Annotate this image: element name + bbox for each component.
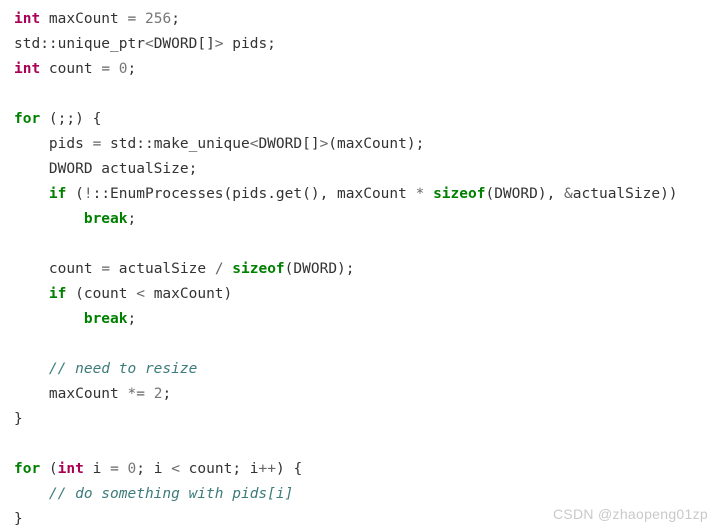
code-token-number: 256 [144,11,172,27]
code-token-plain: actualSize [110,261,215,277]
code-token-punct: ; [127,61,137,77]
code-token-plain: pids; [223,36,276,52]
code-token-plain: } [14,511,23,527]
code-token-plain: actualSize)) [572,186,678,202]
code-token-keyword: for [14,461,41,477]
code-token-keyword: break [83,211,128,227]
code-token-keyword: for [14,111,41,127]
code-token-plain: DWORD[] [258,136,320,152]
code-token-plain: ( [66,186,84,202]
code-token-punct: ; [171,11,180,27]
code-token-operator: < [136,286,145,302]
code-token-plain: ( [40,461,58,477]
code-token-operator: = [92,136,102,152]
code-token-operator: = [110,461,119,477]
code-line: count = actualSize / sizeof(DWORD); [14,257,722,282]
code-token-plain: pids [14,136,93,152]
code-token-keyword: if [48,186,67,202]
code-token-type: int [14,61,41,77]
code-line: int count = 0; [14,57,722,82]
code-token-operator: *= [127,386,145,402]
code-token-plain: ; i [136,461,172,477]
code-token-plain: } [14,411,23,427]
code-token-keyword: sizeof [433,186,486,202]
code-line: // need to resize [14,357,722,382]
code-token-operator: = [127,11,137,27]
code-block[interactable]: int maxCount = 256; std::unique_ptr<DWORD… [14,7,722,530]
code-token-number: 0 [118,61,128,77]
code-token-plain: i [83,461,111,477]
code-token-operator: > [214,36,224,52]
code-token-operator: = [101,61,111,77]
code-token-operator: / [214,261,224,277]
code-token-plain: count [40,61,102,77]
code-token-plain: ::EnumProcesses(pids.get(), maxCount [92,186,416,202]
code-token-plain: (count [66,286,137,302]
code-snippet-page: int maxCount = 256; std::unique_ptr<DWORD… [0,0,722,530]
code-line: for (;;) { [14,107,722,132]
code-token-operator: > [319,136,329,152]
code-line: if (count < maxCount) [14,282,722,307]
code-token-plain: ) { [275,461,303,477]
code-token-plain: (;;) { [40,111,102,127]
code-token-comment: // need to resize [48,361,198,377]
code-token-operator: & [564,186,573,202]
code-token-plain: (DWORD), [485,186,565,202]
code-token-type: int [57,461,84,477]
code-line: // do something with pids[i] [14,482,722,507]
code-token-punct: ; [162,386,172,402]
code-token-plain: count; i [179,461,259,477]
code-token-punct: ; [127,311,137,327]
csdn-watermark: CSDN @zhaopeng01zp [552,506,708,522]
code-token-operator: < [171,461,180,477]
code-token-type: int [14,11,41,27]
code-line: } [14,407,722,432]
code-token-plain: maxCount [14,386,128,402]
code-token-comment: // do something with pids[i] [48,486,294,502]
code-line: break; [14,207,722,232]
code-line: DWORD actualSize; [14,157,722,182]
code-token-keyword: if [48,286,67,302]
code-line: std::unique_ptr<DWORD[]> pids; [14,32,722,57]
code-token-number: 0 [127,461,137,477]
code-token-plain: (DWORD); [284,261,355,277]
code-token-operator: < [144,36,154,52]
code-token-operator: ++ [258,461,276,477]
code-token-keyword: sizeof [232,261,285,277]
code-line: pids = std::make_unique<DWORD[]>(maxCoun… [14,132,722,157]
code-token-plain: maxCount [40,11,128,27]
code-token-plain: maxCount) [144,286,233,302]
code-token-operator: ! [83,186,93,202]
code-token-operator: = [101,261,111,277]
code-token-plain: count [14,261,102,277]
code-line: break; [14,307,722,332]
code-token-plain: DWORD actualSize; [14,161,198,177]
code-token-plain: DWORD[] [153,36,215,52]
code-token-plain: std::make_unique [101,136,250,152]
code-token-plain: std::unique_ptr [14,36,145,52]
code-token-keyword: break [83,311,128,327]
code-token-punct: ; [127,211,137,227]
code-line: int maxCount = 256; [14,7,722,32]
code-token-plain: (maxCount); [328,136,425,152]
code-line: for (int i = 0; i < count; i++) { [14,457,722,482]
code-line: maxCount *= 2; [14,382,722,407]
code-line: if (!::EnumProcesses(pids.get(), maxCoun… [14,182,722,207]
